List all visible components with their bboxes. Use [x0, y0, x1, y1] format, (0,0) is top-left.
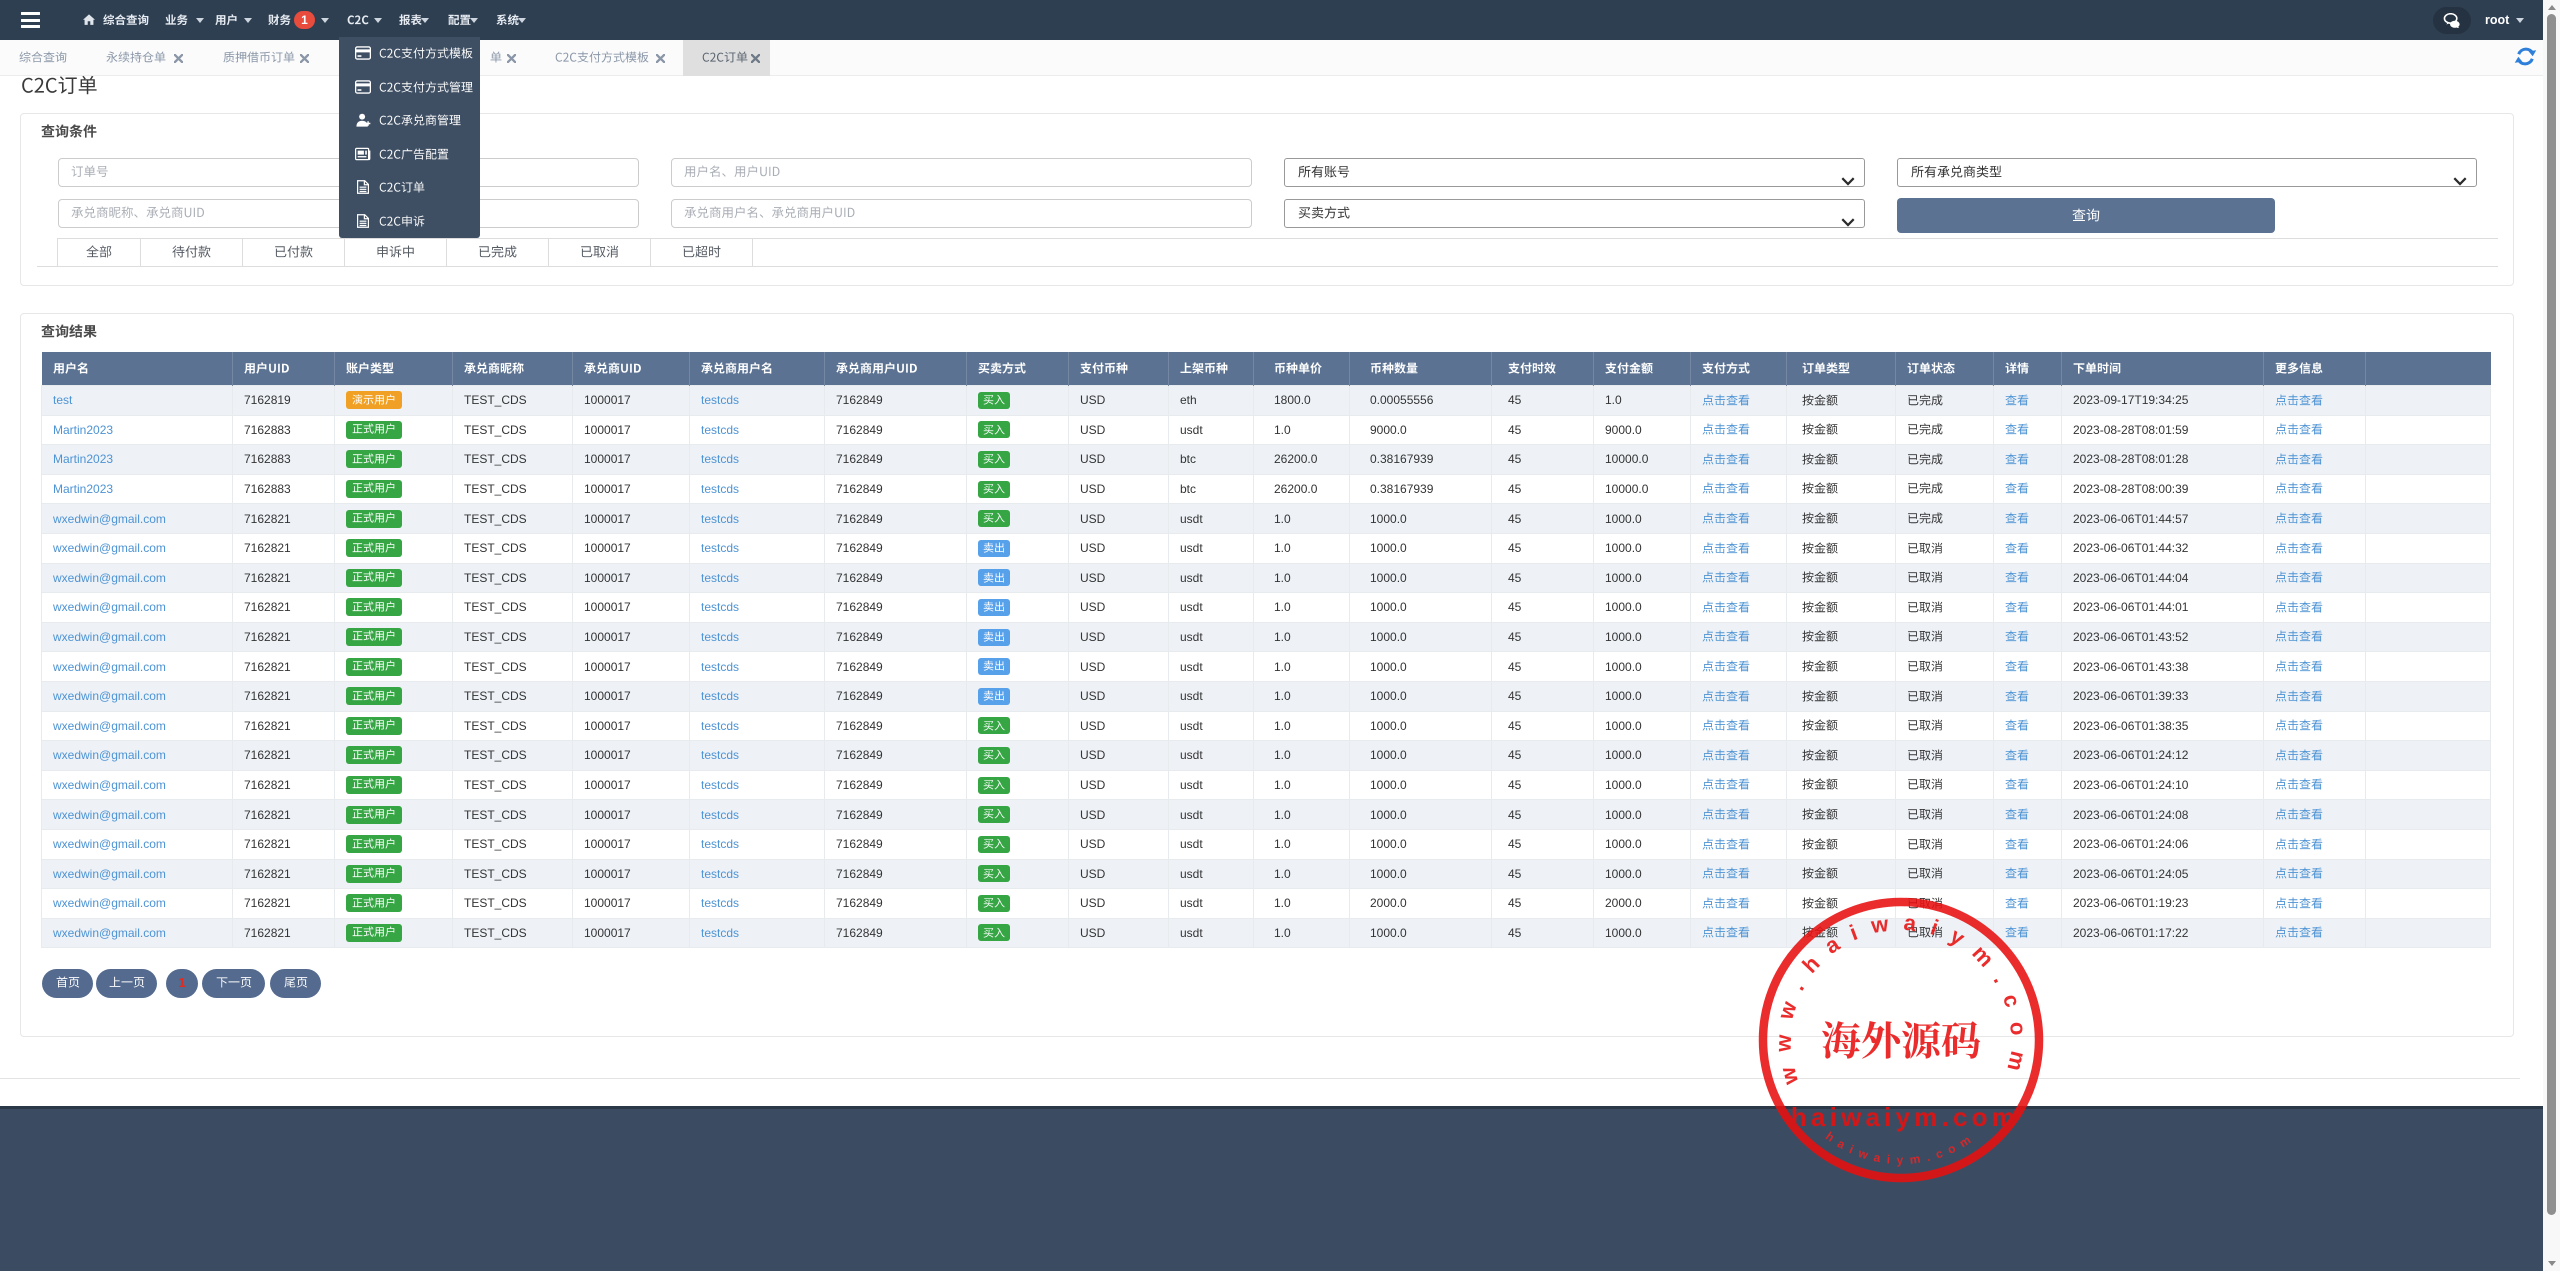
- svg-text:haiwaiym.com: haiwaiym.com: [1791, 1102, 2019, 1132]
- svg-text:haiwaiym.com: haiwaiym.com: [1823, 1129, 1979, 1167]
